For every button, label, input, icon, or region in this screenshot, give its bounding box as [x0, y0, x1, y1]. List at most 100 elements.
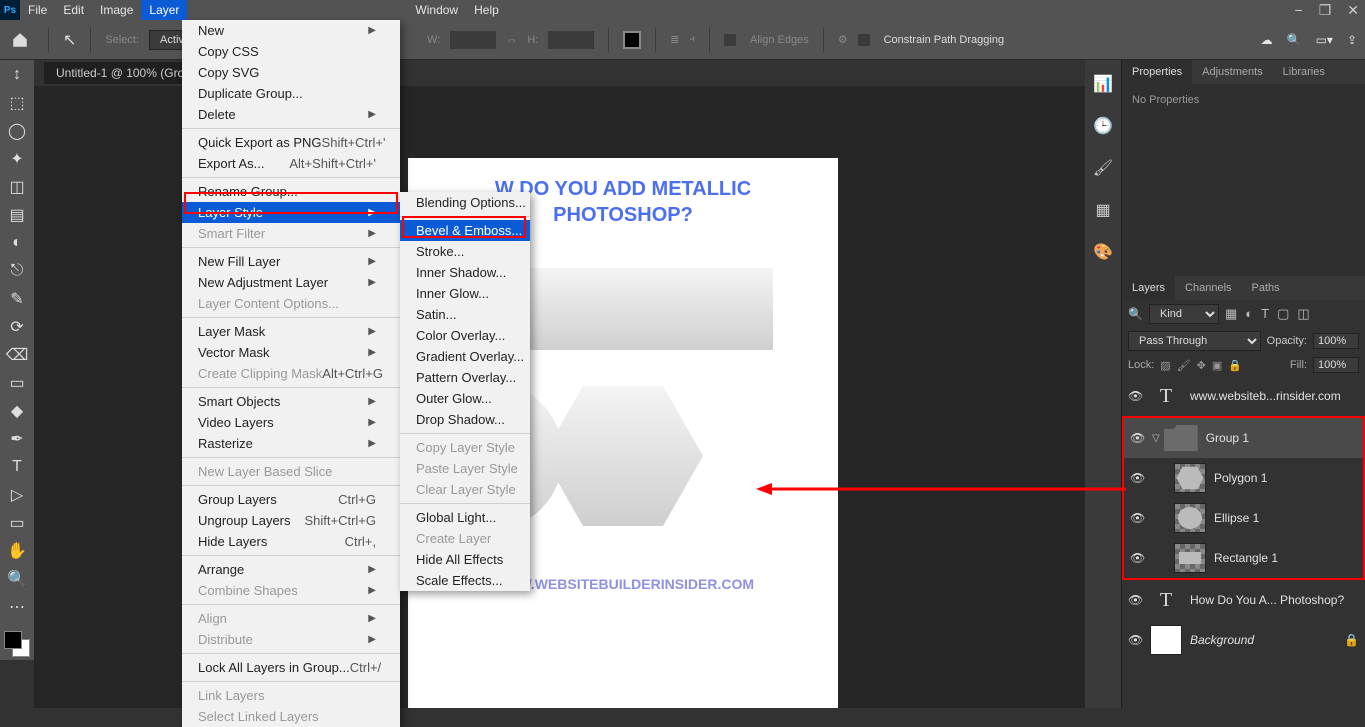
menu-item[interactable]: Hide All Effects: [400, 549, 530, 570]
menu-item[interactable]: Blending Options...: [400, 192, 530, 213]
menu-item[interactable]: Smart Objects▶: [182, 391, 400, 412]
kind-dropdown[interactable]: Kind: [1149, 304, 1219, 324]
menu-file[interactable]: File: [20, 0, 55, 20]
gradient-tool[interactable]: ▭: [3, 370, 31, 396]
menu-item[interactable]: Rename Group...: [182, 181, 400, 202]
lock-transparent-icon[interactable]: ▨: [1160, 359, 1170, 372]
foreground-color-swatch[interactable]: [4, 631, 22, 649]
layer-text-title[interactable]: 👁 T How Do You A... Photoshop?: [1122, 580, 1365, 620]
menu-item[interactable]: Lock All Layers in Group...Ctrl+/: [182, 657, 400, 678]
eye-icon[interactable]: 👁: [1130, 431, 1144, 445]
color-swatches[interactable]: [3, 630, 31, 658]
menu-item[interactable]: Copy SVG: [182, 62, 400, 83]
type-tool[interactable]: T: [3, 454, 31, 480]
lock-artboard-icon[interactable]: ▣: [1212, 359, 1222, 372]
menu-item[interactable]: Layer Mask▶: [182, 321, 400, 342]
menu-item[interactable]: New▶: [182, 20, 400, 41]
crop-tool[interactable]: ◫: [3, 174, 31, 200]
menu-help[interactable]: Help: [466, 0, 507, 20]
blend-mode-dropdown[interactable]: Pass Through: [1128, 331, 1261, 351]
menu-item[interactable]: Rasterize▶: [182, 433, 400, 454]
w-input[interactable]: [450, 31, 496, 49]
history-icon[interactable]: 🕒: [1093, 116, 1113, 136]
levels-icon[interactable]: 📊: [1093, 74, 1113, 94]
tab-paths[interactable]: Paths: [1242, 276, 1290, 300]
menu-item[interactable]: Hide LayersCtrl+,: [182, 531, 400, 552]
filter-shape-icon[interactable]: ▢: [1277, 306, 1289, 322]
align-icon[interactable]: ≣: [670, 33, 679, 46]
eye-icon[interactable]: 👁: [1130, 511, 1144, 525]
eye-icon[interactable]: 👁: [1128, 633, 1142, 647]
layer-background[interactable]: 👁 Background 🔒: [1122, 620, 1365, 660]
more-tools[interactable]: ⋯: [3, 594, 31, 620]
doc-tab[interactable]: Untitled-1 @ 100% (Gro: [44, 62, 196, 84]
menu-item[interactable]: Outer Glow...: [400, 388, 530, 409]
filter-type-icon[interactable]: T: [1261, 306, 1269, 322]
layer-text-url[interactable]: 👁 T www.websiteb...rinsider.com: [1122, 376, 1365, 416]
menu-item[interactable]: Stroke...: [400, 241, 530, 262]
chevron-down-icon[interactable]: ▽: [1152, 433, 1160, 444]
eye-icon[interactable]: 👁: [1128, 593, 1142, 607]
menu-item[interactable]: Quick Export as PNGShift+Ctrl+': [182, 132, 400, 153]
shape-tool[interactable]: ▭: [3, 510, 31, 536]
link-wh-icon[interactable]: ⇔: [506, 34, 517, 46]
workspace-icon[interactable]: ▭▾: [1316, 33, 1333, 47]
arrow-tool-icon[interactable]: ↖: [63, 30, 76, 50]
menu-item[interactable]: Drop Shadow...: [400, 409, 530, 430]
move-tool[interactable]: ↕: [3, 62, 31, 88]
blur-tool[interactable]: ◆: [3, 398, 31, 424]
healing-tool[interactable]: ⎋: [3, 258, 31, 284]
brushes-icon[interactable]: 🖌: [1093, 158, 1113, 178]
layer-group1[interactable]: 👁 ▽ Group 1: [1124, 418, 1363, 458]
pen-tool[interactable]: ✒: [3, 426, 31, 452]
marquee-tool[interactable]: ⬚: [3, 90, 31, 116]
menu-edit[interactable]: Edit: [55, 0, 92, 20]
eye-icon[interactable]: 👁: [1130, 471, 1144, 485]
hand-tool[interactable]: ✋: [3, 538, 31, 564]
menu-item[interactable]: Gradient Overlay...: [400, 346, 530, 367]
tab-adjustments[interactable]: Adjustments: [1192, 60, 1273, 84]
menu-item[interactable]: Color Overlay...: [400, 325, 530, 346]
menu-item[interactable]: Delete▶: [182, 104, 400, 125]
menu-item[interactable]: Vector Mask▶: [182, 342, 400, 363]
cloud-icon[interactable]: ☁: [1261, 33, 1273, 47]
lock-pixels-icon[interactable]: 🖌: [1177, 359, 1191, 372]
menu-item[interactable]: Satin...: [400, 304, 530, 325]
clone-tool[interactable]: ⟳: [3, 314, 31, 340]
menu-item[interactable]: Duplicate Group...: [182, 83, 400, 104]
menu-item[interactable]: Arrange▶: [182, 559, 400, 580]
layer-rectangle1[interactable]: 👁 Rectangle 1: [1124, 538, 1363, 578]
tab-libraries[interactable]: Libraries: [1273, 60, 1335, 84]
constrain-checkbox[interactable]: [858, 34, 870, 46]
menu-item[interactable]: Global Light...: [400, 507, 530, 528]
kind-search-icon[interactable]: 🔍: [1128, 307, 1143, 321]
menu-item[interactable]: Ungroup LayersShift+Ctrl+G: [182, 510, 400, 531]
swatches-icon[interactable]: ▦: [1095, 200, 1110, 220]
tab-layers[interactable]: Layers: [1122, 276, 1175, 300]
fill-swatch[interactable]: [623, 31, 641, 49]
opacity-input[interactable]: [1313, 333, 1359, 349]
menu-item[interactable]: Copy CSS: [182, 41, 400, 62]
menu-image[interactable]: Image: [92, 0, 141, 20]
lock-position-icon[interactable]: ✥: [1197, 359, 1206, 372]
frame-tool[interactable]: ▤: [3, 202, 31, 228]
menu-item[interactable]: New Fill Layer▶: [182, 251, 400, 272]
h-input[interactable]: [548, 31, 594, 49]
eraser-tool[interactable]: ⌫: [3, 342, 31, 368]
eye-icon[interactable]: 👁: [1130, 551, 1144, 565]
menu-item[interactable]: Layer Style▶: [182, 202, 400, 223]
menu-item[interactable]: Group LayersCtrl+G: [182, 489, 400, 510]
zoom-tool[interactable]: 🔍: [3, 566, 31, 592]
layer-polygon1[interactable]: 👁 Polygon 1: [1124, 458, 1363, 498]
tab-properties[interactable]: Properties: [1122, 60, 1192, 84]
filter-smart-icon[interactable]: ◫: [1297, 306, 1309, 322]
gear-icon[interactable]: ⚙: [838, 33, 848, 46]
layer-ellipse1[interactable]: 👁 Ellipse 1: [1124, 498, 1363, 538]
menu-item[interactable]: Export As...Alt+Shift+Ctrl+': [182, 153, 400, 174]
align-edges-checkbox[interactable]: [724, 34, 736, 46]
lasso-tool[interactable]: ◯: [3, 118, 31, 144]
magic-wand-tool[interactable]: ✦: [3, 146, 31, 172]
menu-item[interactable]: Scale Effects...: [400, 570, 530, 591]
menu-item[interactable]: Inner Glow...: [400, 283, 530, 304]
share-icon[interactable]: ⇪: [1347, 33, 1357, 47]
